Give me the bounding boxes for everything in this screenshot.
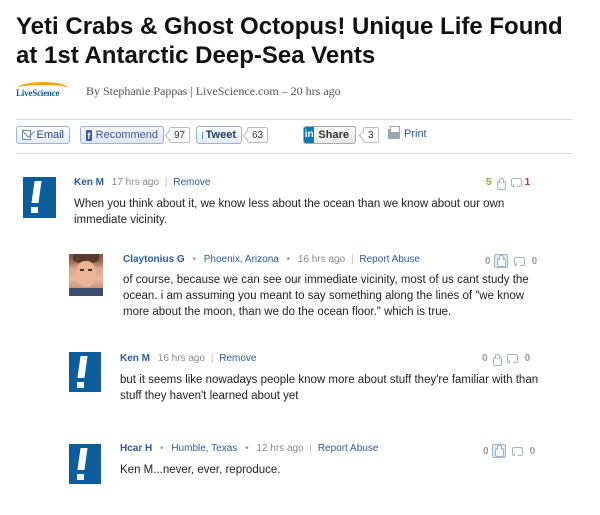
vote-controls: 0 0 [482, 353, 531, 366]
tweet-count: 63 [247, 127, 269, 143]
thumbs-down-count: 0 [531, 255, 538, 267]
thumbs-up-icon[interactable] [495, 177, 506, 190]
avatar-glyph [31, 181, 42, 203]
comment-author-link[interactable]: Ken M [120, 353, 150, 364]
thumbs-up-count: 5 [486, 177, 492, 188]
printer-icon [388, 126, 400, 139]
tweet-button[interactable]: Tweet [196, 126, 242, 144]
divider [16, 153, 572, 154]
user-photo-avatar[interactable] [69, 254, 103, 296]
facebook-count: 97 [169, 127, 191, 143]
byline-text: By Stephanie Pappas | LiveScience.com – … [86, 83, 341, 98]
vote-controls: 0 0 [485, 254, 537, 268]
remove-link[interactable]: Remove [219, 353, 256, 364]
divider [16, 119, 572, 120]
comment-time: 16 hrs ago [157, 353, 206, 364]
exclamation-avatar-icon[interactable] [69, 444, 101, 484]
article-title: Yeti Crabs & Ghost Octopus! Unique Life … [16, 13, 563, 69]
email-button[interactable]: Email [16, 126, 70, 144]
tweet-label: Tweet [205, 129, 236, 141]
twitter-bird-icon [202, 130, 203, 140]
comment-author-link[interactable]: Ken M [74, 177, 104, 188]
mail-icon [22, 130, 32, 140]
byline: LiveScience By Stephanie Pappas | LiveSc… [16, 80, 341, 102]
thumbs-up-icon[interactable] [493, 254, 508, 268]
comment-text: When you think about it, we know less ab… [74, 198, 505, 226]
reply-icon[interactable] [511, 446, 523, 456]
thumbs-up-count: 0 [485, 255, 491, 267]
avatar-glyph-dot [31, 207, 38, 213]
avatar-glyph [77, 356, 88, 378]
comment-time: 17 hrs ago [111, 177, 160, 188]
thumbs-up-icon[interactable] [491, 444, 506, 458]
avatar-glyph [77, 448, 88, 470]
report-abuse-link[interactable]: Report Abuse [318, 443, 379, 454]
facebook-label: Recommend [95, 129, 158, 141]
avatar-glyph-dot [77, 382, 84, 388]
reply-icon[interactable] [506, 354, 518, 363]
comment-location[interactable]: Phoenix, Arizona [204, 254, 279, 265]
thumbs-up-icon[interactable] [491, 353, 502, 366]
separator: | [164, 177, 168, 188]
comment-meta: Claytonius G • Phoenix, Arizona • 16 hrs… [123, 254, 420, 265]
vote-controls: 5 1 [486, 177, 531, 190]
exclamation-avatar-icon[interactable] [69, 352, 101, 392]
comment-author-link[interactable]: Claytonius G [123, 254, 185, 265]
comment-text: of course, because we can see our immedi… [123, 274, 529, 318]
comment-location[interactable]: Humble, Texas [171, 443, 237, 454]
thumbs-up-count: 0 [483, 445, 489, 457]
logo-text: LiveScience [16, 88, 60, 98]
reply-icon[interactable] [510, 178, 522, 187]
comment-text: but it seems like nowadays people know m… [120, 374, 539, 402]
linkedin-count: 3 [363, 127, 379, 143]
thumbs-down-count: 0 [524, 353, 531, 364]
avatar-glyph-dot [77, 474, 84, 480]
avatar-shirt [69, 288, 103, 296]
comment-meta: Ken M 17 hrs ago | Remove [74, 177, 210, 188]
separator: | [210, 353, 214, 364]
exclamation-avatar-icon[interactable] [23, 177, 56, 218]
comment-meta: Hcar H • Humble, Texas • 12 hrs ago | Re… [120, 443, 378, 454]
thumbs-down-count: 1 [524, 177, 531, 188]
email-label: Email [36, 129, 64, 141]
avatar-eye [80, 269, 84, 271]
vote-controls: 0 0 [483, 444, 535, 458]
print-button[interactable]: Print [388, 126, 427, 140]
comment-text: Ken M...never, ever, reproduce. [120, 464, 281, 476]
reply-icon[interactable] [513, 256, 525, 266]
print-label: Print [404, 128, 427, 140]
separator: • [245, 443, 249, 454]
report-abuse-link[interactable]: Report Abuse [359, 254, 420, 265]
thumbs-up-count: 0 [482, 353, 488, 364]
separator: • [286, 254, 291, 265]
livescience-logo[interactable]: LiveScience [16, 81, 78, 101]
comment-time: 16 hrs ago [297, 254, 346, 265]
linkedin-share-button[interactable]: in Share [303, 126, 356, 144]
linkedin-icon: in [304, 127, 315, 143]
facebook-recommend-button[interactable]: f Recommend [80, 126, 164, 144]
separator: | [309, 443, 313, 454]
thumbs-down-count: 0 [529, 445, 536, 457]
comment-time: 12 hrs ago [256, 443, 304, 454]
comment-author-link[interactable]: Hcar H [120, 443, 152, 454]
comment-meta: Ken M 16 hrs ago | Remove [120, 353, 256, 364]
remove-link[interactable]: Remove [173, 177, 210, 188]
separator: • [160, 443, 164, 454]
linkedin-label: Share [318, 129, 349, 141]
separator: | [350, 254, 354, 265]
separator: • [192, 254, 196, 265]
facebook-icon: f [86, 129, 92, 141]
avatar-face [76, 261, 96, 287]
avatar-eye [88, 269, 92, 271]
